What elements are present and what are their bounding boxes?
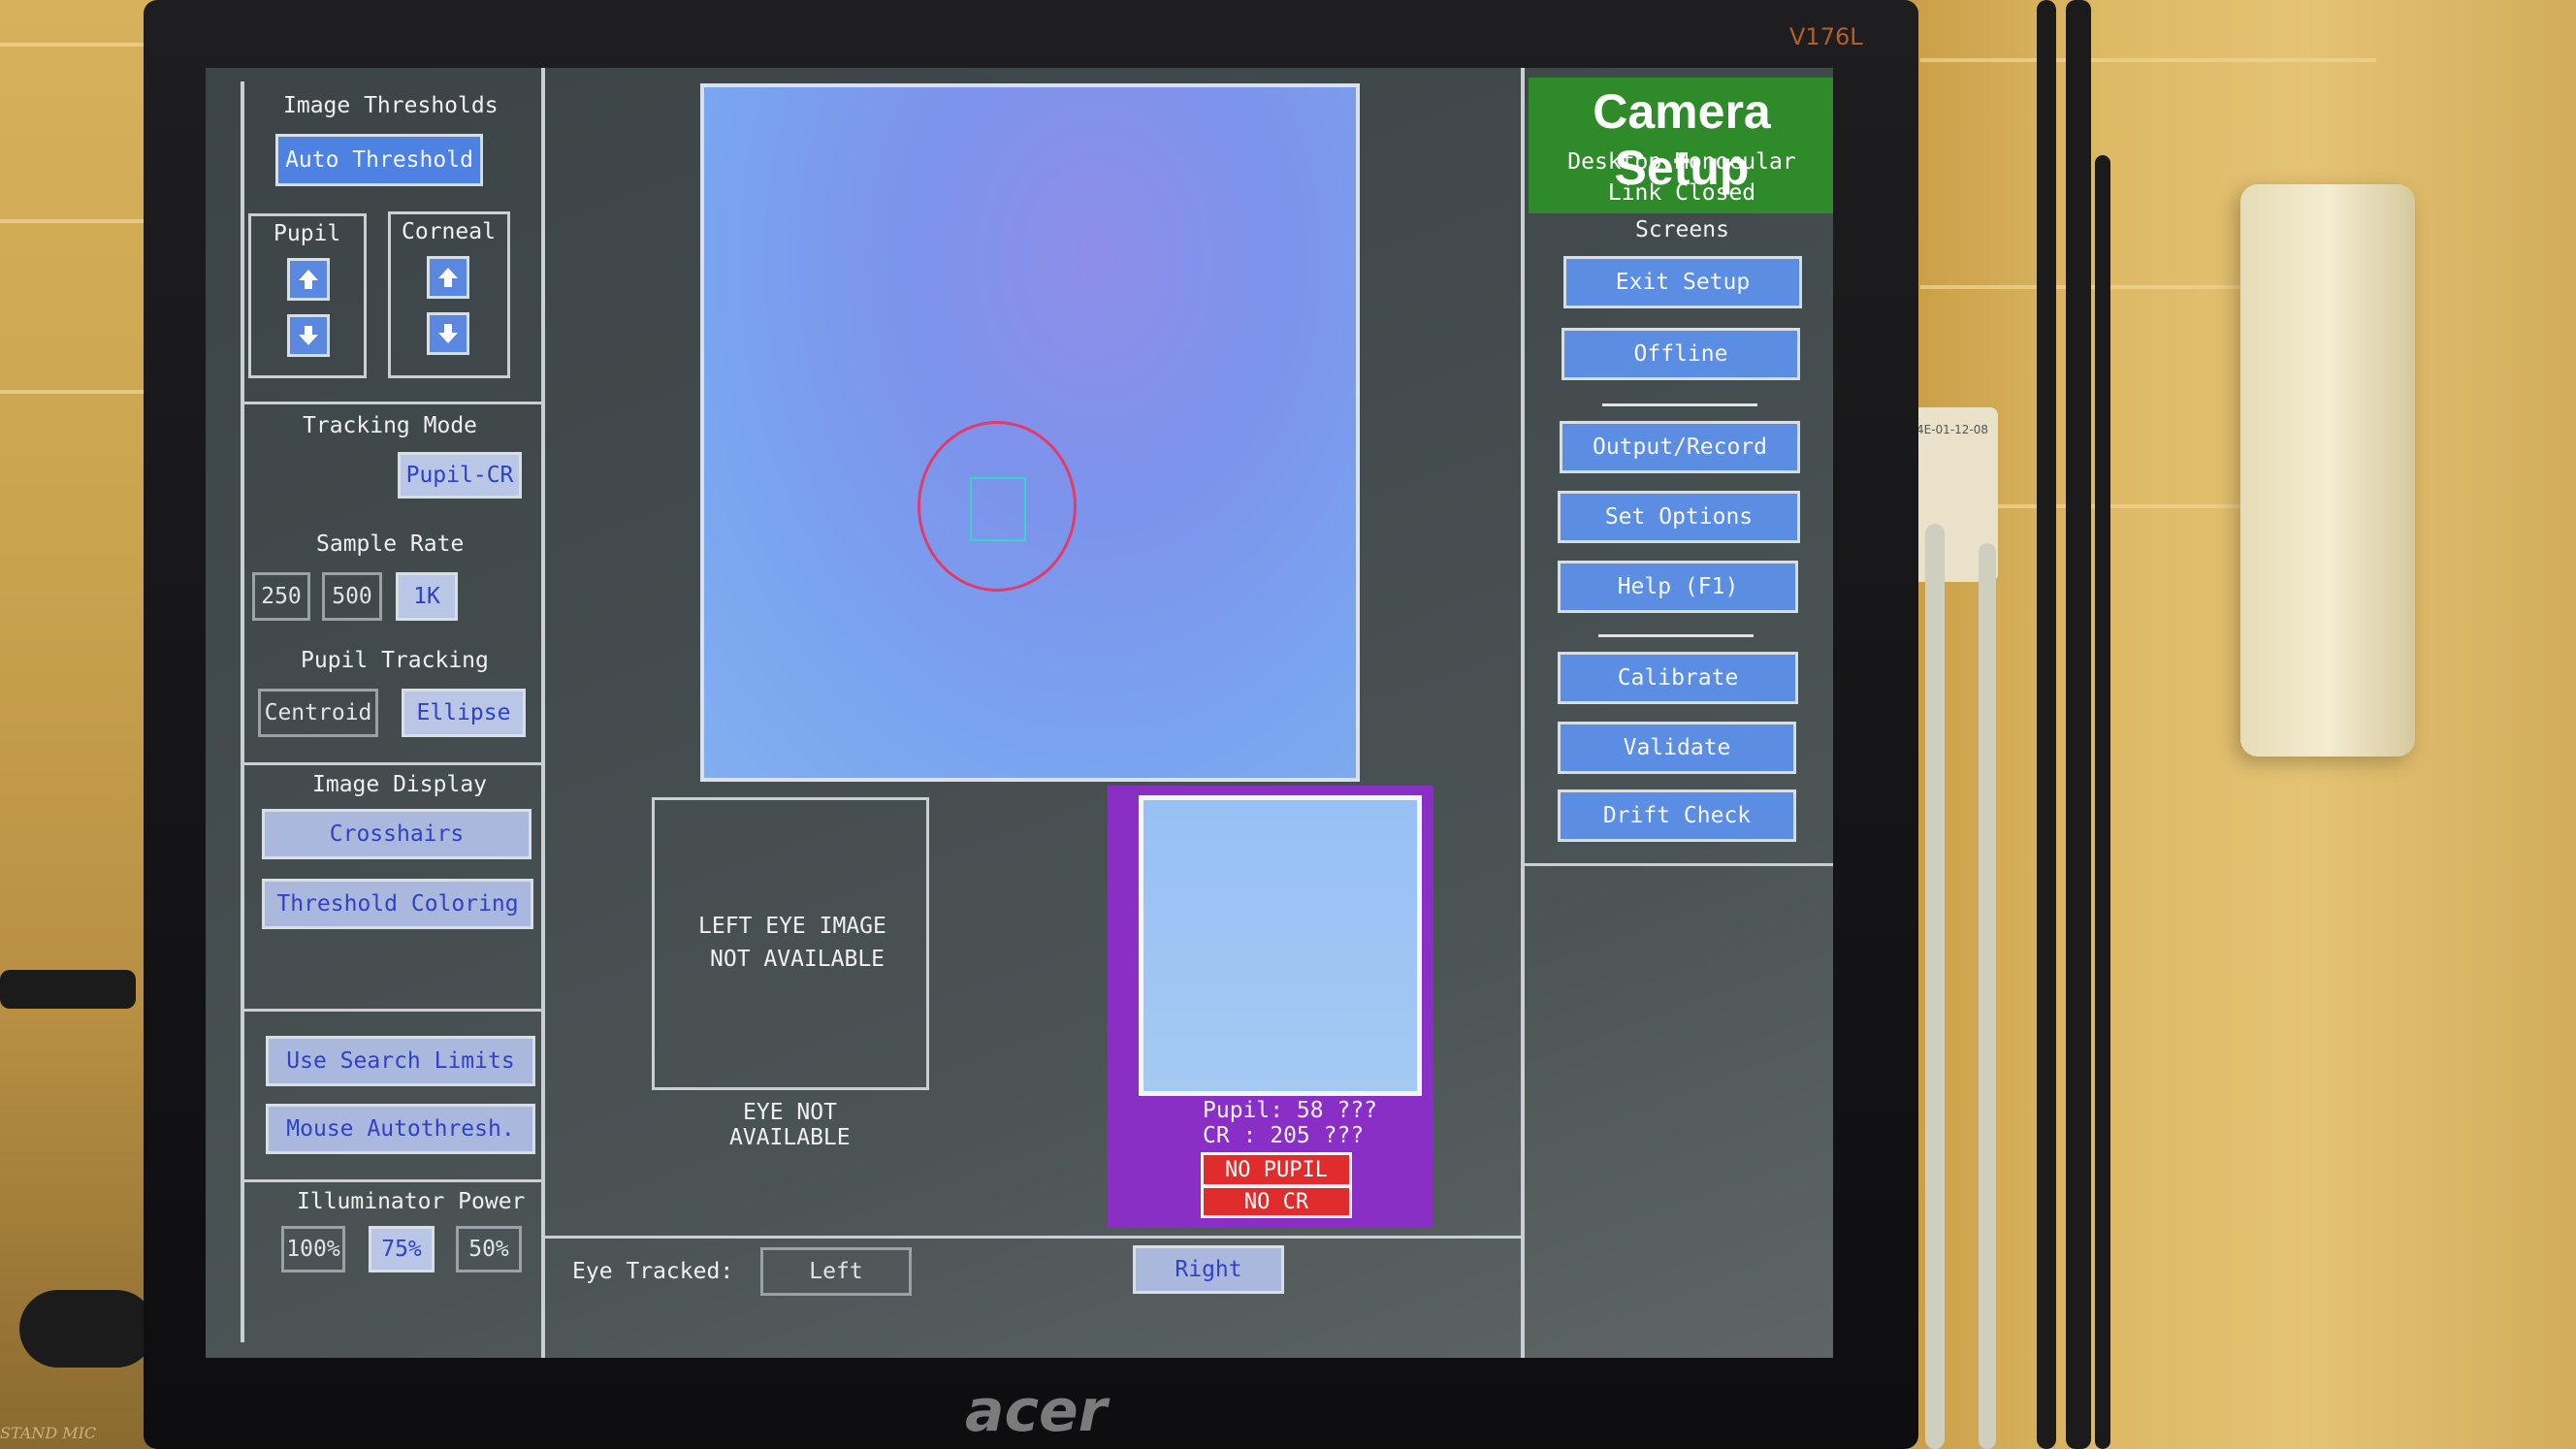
corneal-threshold-down-button[interactable]	[427, 312, 469, 355]
arrow-down-icon	[438, 324, 458, 343]
right-panel-divider-h	[1525, 863, 1833, 866]
monitor-brand-logo: acer	[965, 1377, 1108, 1445]
left-eye-not-available-line2: NOT AVAILABLE	[710, 947, 886, 972]
arrow-up-icon	[438, 268, 458, 287]
section-divider	[241, 762, 545, 765]
eye-left-button[interactable]: Left	[760, 1247, 912, 1296]
arrow-down-icon	[299, 326, 318, 345]
right-panel-divider	[1521, 68, 1525, 1358]
eye-not-available-line2: AVAILABLE	[729, 1125, 851, 1150]
set-options-button[interactable]: Set Options	[1558, 491, 1800, 543]
illuminator-50-button[interactable]: 50%	[456, 1226, 522, 1272]
wall-tile-line	[0, 219, 155, 223]
offline-button[interactable]: Offline	[1562, 328, 1800, 380]
cable	[2066, 0, 2091, 1449]
screen: Image Thresholds Auto Threshold Pupil Co…	[206, 68, 1833, 1358]
use-search-limits-button[interactable]: Use Search Limits	[266, 1036, 535, 1086]
section-divider	[241, 402, 545, 404]
wall-plate-label: 4E-01-12-08	[1916, 423, 1989, 436]
corneal-threshold-label: Corneal	[402, 219, 496, 244]
menu-separator	[1602, 403, 1757, 406]
pupil-threshold-label: Pupil	[274, 221, 341, 246]
mic-cable	[0, 970, 136, 1009]
camera-image-view[interactable]	[700, 83, 1360, 782]
camera-setup-title: Camera Setup	[1593, 84, 1771, 195]
sample-rate-1k-button[interactable]: 1K	[396, 572, 458, 621]
cable	[2095, 155, 2110, 1449]
arrow-up-icon	[299, 270, 318, 289]
eye-tracked-divider	[545, 1236, 1523, 1239]
sample-rate-250-button[interactable]: 250	[252, 572, 310, 621]
no-pupil-alert: NO PUPIL	[1201, 1152, 1352, 1187]
drift-check-button[interactable]: Drift Check	[1558, 789, 1796, 842]
mic-stand-label: STAND MIC	[0, 1424, 97, 1442]
left-eye-image-box	[652, 797, 929, 1090]
calibrate-button[interactable]: Calibrate	[1558, 652, 1798, 704]
corneal-search-square	[970, 477, 1026, 541]
mic-base	[19, 1290, 155, 1368]
centroid-button[interactable]: Centroid	[258, 689, 378, 737]
exit-setup-button[interactable]: Exit Setup	[1563, 256, 1802, 308]
pupil-readout: Pupil: 58 ???	[1203, 1098, 1378, 1123]
eye-not-available-line1: EYE NOT	[743, 1100, 837, 1125]
wall-tile-line	[0, 43, 155, 47]
cr-readout: CR : 205 ???	[1203, 1123, 1365, 1148]
auto-threshold-button[interactable]: Auto Threshold	[275, 134, 483, 186]
screens-label: Screens	[1635, 217, 1729, 242]
image-thresholds-title: Image Thresholds	[283, 93, 499, 118]
left-panel-divider	[541, 68, 545, 1358]
menu-separator	[1598, 634, 1754, 637]
threshold-coloring-button[interactable]: Threshold Coloring	[262, 879, 533, 929]
ellipse-button[interactable]: Ellipse	[402, 689, 526, 737]
help-button[interactable]: Help (F1)	[1558, 561, 1798, 613]
tracking-mode-title: Tracking Mode	[303, 413, 478, 438]
validate-button[interactable]: Validate	[1558, 722, 1796, 774]
pupil-tracking-title: Pupil Tracking	[301, 648, 489, 673]
section-divider	[241, 1009, 545, 1012]
right-wall	[1901, 0, 2576, 1449]
image-display-title: Image Display	[312, 772, 488, 797]
pupil-threshold-down-button[interactable]	[287, 314, 330, 357]
illuminator-100-button[interactable]: 100%	[281, 1226, 345, 1272]
wall-tile-line	[0, 390, 155, 394]
output-record-button[interactable]: Output/Record	[1560, 421, 1800, 473]
link-status: Link Closed	[1607, 180, 1756, 206]
left-panel-border	[241, 81, 244, 1342]
no-cr-alert: NO CR	[1201, 1185, 1352, 1218]
right-eye-image	[1139, 795, 1422, 1096]
eye-tracked-label: Eye Tracked:	[572, 1259, 734, 1284]
white-cable	[1925, 524, 1945, 1449]
cable	[2037, 0, 2056, 1449]
corneal-threshold-up-button[interactable]	[427, 256, 469, 299]
sample-rate-title: Sample Rate	[316, 531, 465, 557]
sample-rate-500-button[interactable]: 500	[322, 572, 382, 621]
wall-tile-line	[1920, 58, 2376, 62]
pupil-threshold-up-button[interactable]	[287, 258, 330, 301]
illuminator-75-button[interactable]: 75%	[369, 1226, 435, 1272]
tracker-mode-status: Desktop Monocular	[1567, 149, 1796, 175]
illuminator-power-title: Illuminator Power	[297, 1189, 526, 1214]
tracking-mode-button[interactable]: Pupil-CR	[398, 452, 522, 499]
left-eye-not-available-line1: LEFT EYE IMAGE	[698, 914, 886, 939]
crosshairs-button[interactable]: Crosshairs	[262, 809, 531, 859]
white-cable	[1979, 543, 1996, 1449]
mouse-autothresh-button[interactable]: Mouse Autothresh.	[266, 1104, 535, 1154]
wall-mounted-dispenser	[2240, 184, 2415, 757]
section-divider	[241, 1179, 545, 1182]
monitor-model-label: V176L	[1789, 23, 1863, 50]
eye-right-button[interactable]: Right	[1133, 1245, 1284, 1294]
